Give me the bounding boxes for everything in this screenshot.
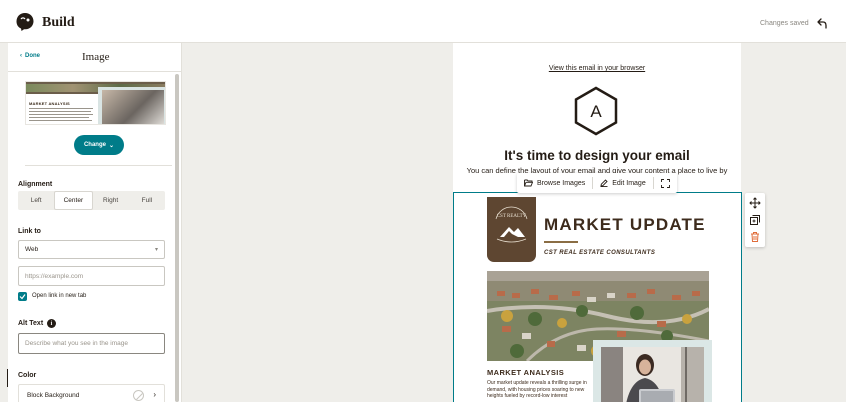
link-type-select[interactable]: Web ▾ <box>18 240 165 259</box>
save-status: Changes saved <box>760 20 809 27</box>
image-settings-panel: ‹ Done Image MARKET ANALYSIS Change ⌄ Al… <box>8 43 182 402</box>
info-icon[interactable]: i <box>47 319 56 328</box>
top-bar: Build Changes saved <box>0 0 846 43</box>
seal-text: CST REALTY <box>497 214 527 219</box>
agent-photo <box>601 347 704 402</box>
market-update-title: MARKET UPDATE <box>544 215 706 234</box>
text-cursor <box>7 369 8 387</box>
open-new-tab-label[interactable]: Open link in new tab <box>32 293 86 299</box>
checkmark-icon <box>19 294 26 300</box>
color-label: Color <box>18 372 37 379</box>
panel-header: ‹ Done Image <box>8 43 181 72</box>
chevron-down-icon: ⌄ <box>108 142 115 149</box>
hexagon-logo-icon[interactable]: A <box>572 85 620 137</box>
panel-scrollbar[interactable] <box>175 74 179 402</box>
selected-image-block[interactable]: CST REALTY MARKET UPDATE CST REAL ESTATE… <box>453 192 742 402</box>
link-url-input[interactable] <box>18 266 165 286</box>
thumbnail-text-line <box>29 111 91 112</box>
no-color-swatch-icon <box>133 390 144 401</box>
undo-icon[interactable] <box>814 17 828 31</box>
resize-image-button[interactable] <box>654 173 677 193</box>
move-icon[interactable] <box>749 197 761 209</box>
done-label: Done <box>25 53 40 59</box>
divider <box>25 165 172 166</box>
market-analysis-body: Our market update reveals a thrilling su… <box>487 380 587 399</box>
align-right-option[interactable]: Right <box>93 191 129 210</box>
thumbnail-text-line <box>29 120 92 121</box>
pencil-icon <box>600 179 608 187</box>
browse-images-label: Browse Images <box>537 179 586 187</box>
thumbnail-text-line <box>29 117 89 118</box>
panel-title: Image <box>82 51 110 63</box>
edit-image-button[interactable]: Edit Image <box>593 173 652 193</box>
folder-open-icon <box>524 179 533 187</box>
thumbnail-photo <box>98 87 165 124</box>
link-to-label: Link to <box>18 228 41 235</box>
mailchimp-logo-icon[interactable] <box>15 12 35 32</box>
link-type-value: Web <box>25 246 39 253</box>
alignment-label: Alignment <box>18 181 53 188</box>
image-toolbar: Browse Images Edit Image <box>517 173 677 193</box>
edit-image-label: Edit Image <box>612 179 646 187</box>
title-rule <box>544 241 578 243</box>
app-title: Build <box>42 15 75 30</box>
block-background-row[interactable]: Block Background › <box>18 384 165 402</box>
open-new-tab-checkbox[interactable] <box>18 292 27 301</box>
email-heading[interactable]: It's time to design your email <box>453 148 741 163</box>
agent-photo-frame <box>593 340 712 402</box>
chevron-down-icon: ▾ <box>154 247 158 253</box>
thumbnail-heading: MARKET ANALYSIS <box>29 101 70 106</box>
align-left-option[interactable]: Left <box>18 191 54 210</box>
expand-icon <box>660 178 670 188</box>
alignment-segmented-control: Left Center Right Full <box>18 191 165 210</box>
trash-icon[interactable] <box>749 231 761 243</box>
chevron-right-icon: › <box>153 390 156 399</box>
align-full-option[interactable]: Full <box>129 191 165 210</box>
market-analysis-heading: MARKET ANALYSIS <box>487 368 565 377</box>
alt-text-input[interactable] <box>18 333 165 354</box>
browse-images-button[interactable]: Browse Images <box>517 173 592 193</box>
thumbnail-photo-image <box>102 90 164 124</box>
change-label: Change <box>83 142 106 148</box>
align-center-option[interactable]: Center <box>54 191 93 210</box>
agent-photo-image <box>601 347 704 402</box>
thumbnail-text-line <box>29 108 93 109</box>
duplicate-icon[interactable] <box>749 214 761 226</box>
image-thumbnail[interactable]: MARKET ANALYSIS <box>25 81 166 125</box>
thumbnail-text-line <box>29 114 93 115</box>
block-background-label: Block Background <box>27 391 80 399</box>
market-update-subtitle: CST REAL ESTATE CONSULTANTS <box>544 250 656 256</box>
realty-seal: CST REALTY <box>487 197 536 262</box>
chevron-left-icon: ‹ <box>20 53 22 59</box>
block-tools <box>745 193 765 247</box>
logo-letter: A <box>590 102 602 121</box>
change-image-button[interactable]: Change ⌄ <box>74 135 124 155</box>
alt-text-label: Alt Text <box>18 320 44 327</box>
view-in-browser-link[interactable]: View this email in your browser <box>453 65 741 72</box>
done-button[interactable]: ‹ Done <box>20 53 40 59</box>
realty-seal-graphic: CST REALTY <box>495 206 528 243</box>
